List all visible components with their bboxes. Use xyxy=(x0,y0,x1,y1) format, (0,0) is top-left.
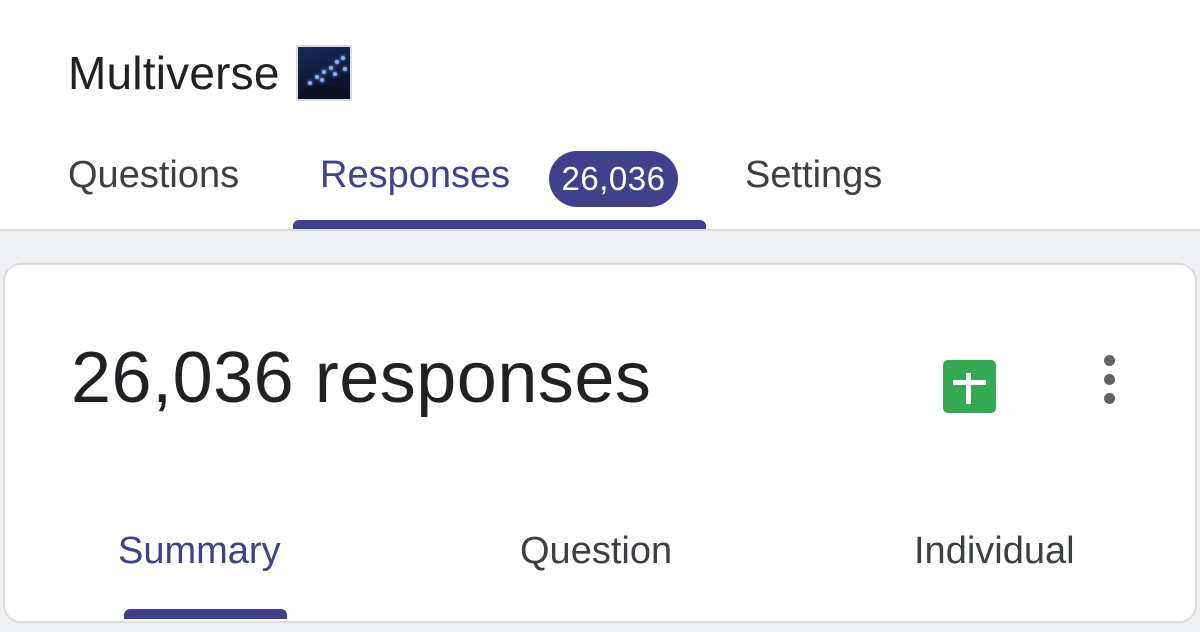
form-title: Multiverse xyxy=(68,47,280,99)
responses-summary-card: 26,036 responses Summary Question Indivi… xyxy=(3,263,1197,623)
response-count-heading: 26,036 responses xyxy=(71,338,652,418)
more-vert-icon[interactable] xyxy=(1095,352,1125,408)
tab-responses[interactable]: Responses xyxy=(320,154,510,197)
form-header: Multiverse Questions Responses 26,036 Se… xyxy=(0,0,1200,229)
google-sheets-icon[interactable] xyxy=(943,360,996,413)
tab-questions[interactable]: Questions xyxy=(68,154,239,197)
form-tabs: Questions Responses 26,036 Settings xyxy=(0,140,1200,229)
subtab-individual[interactable]: Individual xyxy=(914,530,1075,573)
active-subtab-indicator xyxy=(124,609,287,619)
tab-settings[interactable]: Settings xyxy=(745,154,882,197)
subtab-question[interactable]: Question xyxy=(520,530,672,573)
milky-way-night-sky-icon xyxy=(295,45,352,101)
subtab-summary[interactable]: Summary xyxy=(118,530,281,573)
active-tab-indicator xyxy=(293,220,706,229)
responses-count-badge: 26,036 xyxy=(549,151,678,207)
form-title-row: Multiverse xyxy=(68,42,352,104)
